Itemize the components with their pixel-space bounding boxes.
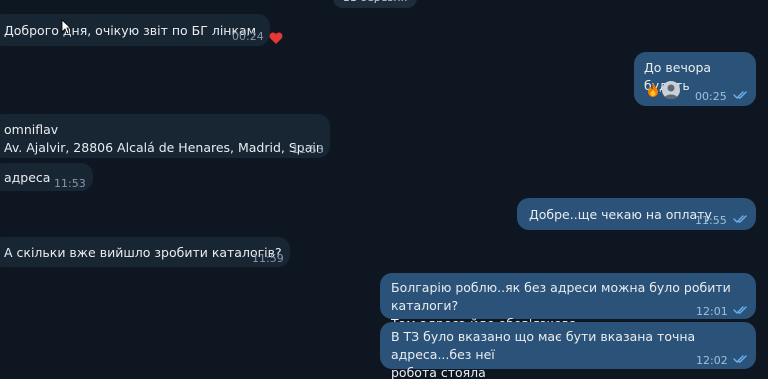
heart-reaction-icon[interactable] <box>268 30 284 46</box>
message-time: 11:53 <box>54 177 86 190</box>
incoming-message[interactable]: адреса 11:53 <box>0 163 93 191</box>
message-text: Добре..ще чекаю на оплату <box>529 207 712 222</box>
read-checkmarks-icon <box>733 305 749 315</box>
message-reactions[interactable] <box>642 80 686 100</box>
message-time: 11:59 <box>252 252 284 265</box>
chat-history: 11 березня Доброго дня, очікую звіт по Б… <box>0 0 768 379</box>
fire-reaction-icon[interactable] <box>646 82 660 98</box>
message-time: 00:24 <box>232 30 264 43</box>
message-text: omniflav Av. Ajalvir, 28806 Alcalá de He… <box>4 122 324 155</box>
read-checkmarks-icon <box>733 90 749 100</box>
message-time: 11:53 <box>292 143 324 156</box>
reactor-avatar[interactable] <box>662 81 680 99</box>
message-time: 11:55 <box>695 214 727 227</box>
message-time: 12:01 <box>696 305 728 318</box>
incoming-message[interactable]: А скільки вже вийшло зробити каталогів? … <box>0 237 290 267</box>
message-time: 12:02 <box>696 354 728 367</box>
mouse-cursor-icon <box>61 19 72 35</box>
message-text: А скільки вже вийшло зробити каталогів? <box>4 245 282 260</box>
outgoing-message[interactable]: Добре..ще чекаю на оплату 11:55 <box>517 198 756 230</box>
outgoing-message[interactable]: В ТЗ було вказано що має бути вказана то… <box>380 322 756 379</box>
message-text: В ТЗ було вказано що має бути вказана то… <box>391 329 696 379</box>
incoming-message[interactable]: Доброго дня, очікую звіт по БГ лінкам 00… <box>0 14 270 46</box>
message-text: Доброго дня, очікую звіт по БГ лінкам <box>4 23 257 38</box>
read-checkmarks-icon <box>733 214 749 224</box>
read-checkmarks-icon <box>733 354 749 364</box>
message-text: адреса <box>4 170 51 185</box>
outgoing-message[interactable]: Болгарію роблю..як без адреси можна було… <box>380 273 756 331</box>
message-time: 00:25 <box>695 90 727 103</box>
incoming-message[interactable]: omniflav Av. Ajalvir, 28806 Alcalá de He… <box>0 114 330 158</box>
date-separator: 11 березня <box>333 0 417 8</box>
